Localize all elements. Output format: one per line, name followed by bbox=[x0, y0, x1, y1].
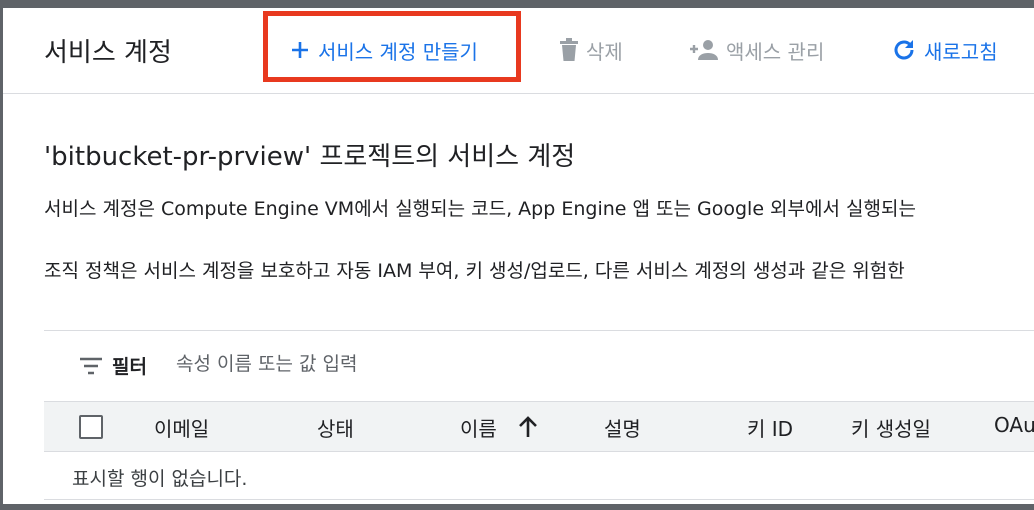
column-key-id[interactable]: 키 ID bbox=[747, 413, 793, 442]
page-title: 서비스 계정 bbox=[44, 38, 172, 68]
column-name[interactable]: 이름 bbox=[460, 413, 497, 442]
section-heading: 'bitbucket-pr-prview' 프로젝트의 서비스 계정 bbox=[44, 142, 576, 172]
filter-input[interactable] bbox=[176, 349, 576, 379]
service-accounts-page: 서비스 계정 서비스 계정 만들기 삭제 액세스 관리 새로고침 'bitbuc… bbox=[3, 8, 1034, 504]
table-header: 이메일 상태 이름 설명 키 ID 키 생성일 OAu bbox=[44, 401, 1034, 452]
refresh-label: 새로고침 bbox=[924, 39, 998, 64]
delete-button[interactable]: 삭제 bbox=[559, 36, 623, 64]
delete-label: 삭제 bbox=[586, 39, 623, 64]
refresh-button[interactable]: 새로고침 bbox=[891, 36, 998, 64]
filter-icon[interactable] bbox=[80, 357, 102, 379]
description-text: 서비스 계정은 Compute Engine VM에서 실행되는 코드, App… bbox=[44, 198, 916, 220]
empty-row: 표시할 행이 없습니다. bbox=[44, 451, 1034, 500]
manage-access-button[interactable]: 액세스 관리 bbox=[689, 36, 824, 64]
toolbar: 서비스 계정 서비스 계정 만들기 삭제 액세스 관리 새로고침 bbox=[3, 8, 1034, 94]
column-description[interactable]: 설명 bbox=[604, 413, 641, 442]
person-add-icon bbox=[689, 39, 719, 61]
highlight-box bbox=[263, 11, 521, 82]
select-all-checkbox[interactable] bbox=[79, 415, 103, 439]
manage-access-label: 액세스 관리 bbox=[726, 39, 825, 64]
refresh-icon bbox=[891, 37, 917, 63]
trash-icon bbox=[559, 38, 579, 62]
arrow-up-icon[interactable] bbox=[518, 416, 538, 442]
filter-label: 필터 bbox=[112, 356, 147, 378]
empty-message: 표시할 행이 없습니다. bbox=[72, 468, 248, 490]
filter-bar: 필터 bbox=[44, 330, 1034, 401]
column-key-created[interactable]: 키 생성일 bbox=[851, 413, 931, 442]
org-policy-text: 조직 정책은 서비스 계정을 보호하고 자동 IAM 부여, 키 생성/업로드,… bbox=[44, 260, 905, 282]
column-status[interactable]: 상태 bbox=[317, 413, 354, 442]
column-email[interactable]: 이메일 bbox=[154, 413, 209, 442]
column-oauth[interactable]: OAu bbox=[994, 413, 1034, 437]
